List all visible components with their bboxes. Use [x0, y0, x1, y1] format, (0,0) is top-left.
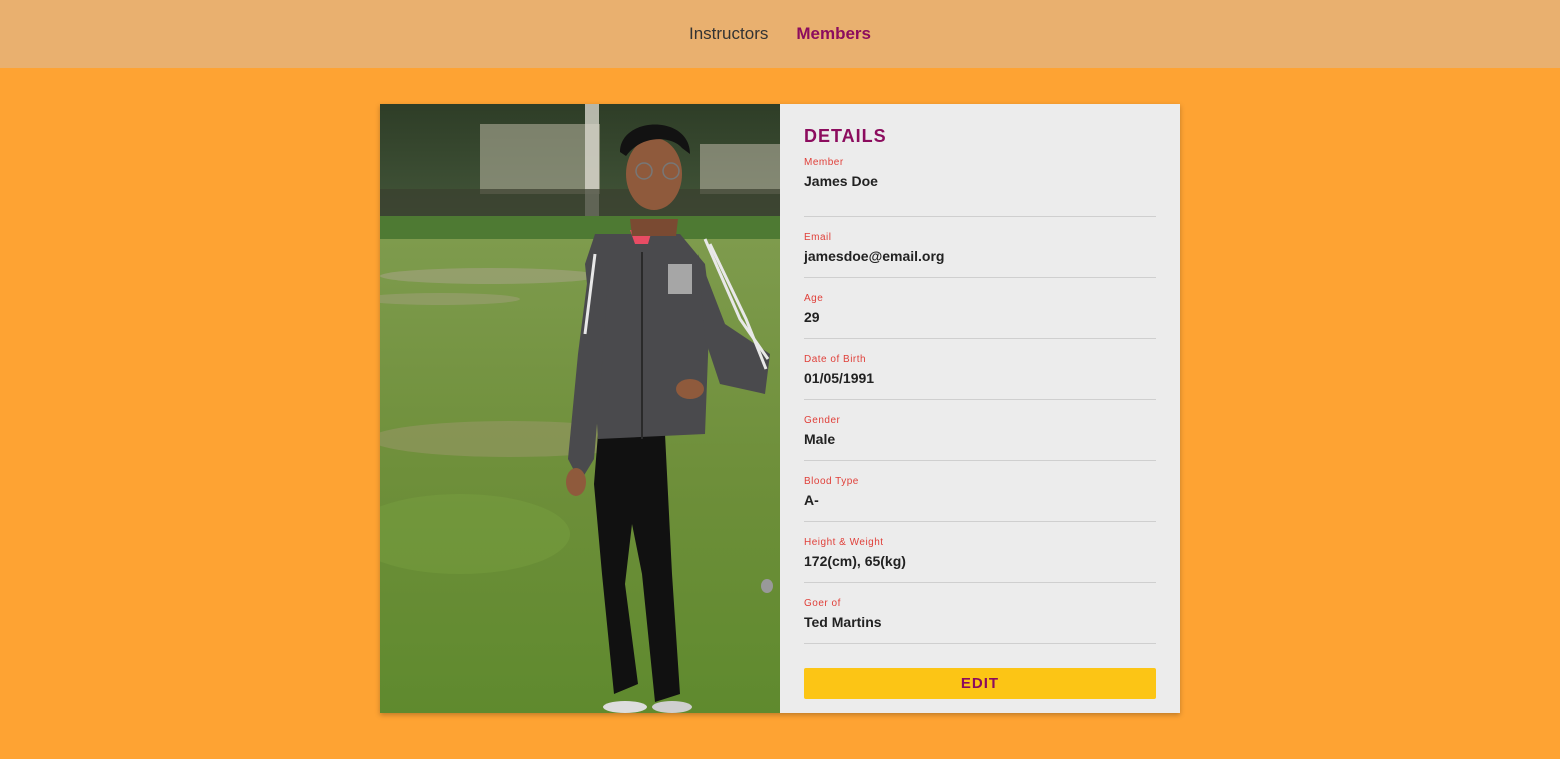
member-photo [380, 104, 780, 713]
field-email: Email jamesdoe@email.org [804, 217, 1156, 278]
field-height-weight: Height & Weight 172(cm), 65(kg) [804, 522, 1156, 583]
top-navigation: Instructors Members [0, 0, 1560, 68]
member-card: DETAILS Member James Doe Email jamesdoe@… [380, 104, 1180, 713]
field-blood-type: Blood Type A- [804, 461, 1156, 522]
field-label: Height & Weight [804, 537, 884, 548]
field-label: Gender [804, 415, 841, 426]
field-value: Male [804, 431, 836, 447]
details-panel: DETAILS Member James Doe Email jamesdoe@… [780, 104, 1180, 713]
field-value: 01/05/1991 [804, 370, 875, 386]
details-title: DETAILS [804, 126, 887, 146]
field-member: Member James Doe [804, 156, 1156, 217]
field-label: Goer of [804, 598, 841, 609]
field-label: Age [804, 293, 824, 304]
field-value: 172(cm), 65(kg) [804, 553, 906, 569]
nav-link-members[interactable]: Members [796, 24, 871, 44]
field-value: jamesdoe@email.org [804, 248, 945, 264]
field-label: Email [804, 232, 832, 243]
field-age: Age 29 [804, 278, 1156, 339]
field-label: Blood Type [804, 476, 859, 487]
field-value: James Doe [804, 173, 878, 189]
field-date-of-birth: Date of Birth 01/05/1991 [804, 339, 1156, 400]
field-value: Ted Martins [804, 614, 882, 630]
nav-link-instructors[interactable]: Instructors [689, 24, 768, 44]
field-value: 29 [804, 309, 820, 325]
field-label: Date of Birth [804, 354, 867, 365]
field-value: A- [804, 492, 819, 508]
edit-button[interactable]: EDIT [804, 668, 1156, 699]
field-label: Member [804, 157, 844, 168]
field-gender: Gender Male [804, 400, 1156, 461]
field-goer-of: Goer of Ted Martins [804, 583, 1156, 644]
